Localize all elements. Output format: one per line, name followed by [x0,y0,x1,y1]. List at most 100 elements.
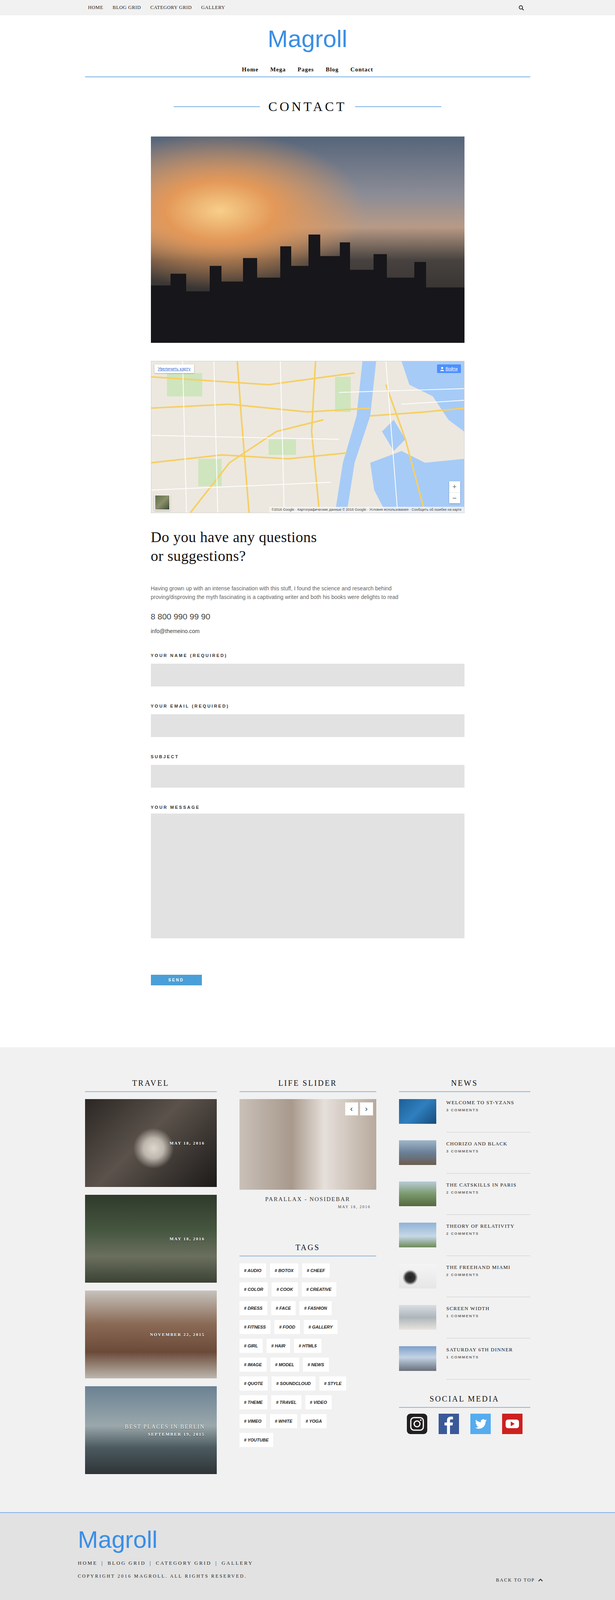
tag-row: # GIRL# HAIR# HTML5 [239,1337,377,1352]
contact-phone: 8 800 990 99 90 [150,610,465,622]
twitter-icon [470,1412,491,1434]
tag-link[interactable]: # TRAVEL [271,1394,302,1409]
news-body: SCREEN WIDTH1 COMMENTS [446,1304,531,1338]
top-menu-link[interactable]: CATEGORY GRID [150,3,193,12]
tag-link[interactable]: # COOK [271,1281,298,1296]
travel-post[interactable]: NOVEMBER 22, 2015 [85,1289,217,1378]
tag-link[interactable]: # CREATIVE [301,1281,337,1296]
contact-heading: Do you have any questionsor suggestions? [150,527,465,565]
top-menu-link[interactable]: BLOG GRID [112,3,141,12]
news-item[interactable]: SATURDAY 6TH DINNER1 COMMENTS [399,1345,531,1379]
text-input[interactable] [150,764,465,788]
life-slider-widget: LIFE SLIDER‹›PARALLAX - NOSIDEBARMAY 18,… [239,1076,377,1446]
tag-link[interactable]: # SOUNDCLOUD [271,1375,316,1390]
send-button[interactable]: SEND [150,974,202,985]
footer-menu-link[interactable]: GALLERY [221,1558,254,1565]
zoom-out-button[interactable]: − [449,491,461,503]
footer-menu-link[interactable]: HOME [78,1558,98,1565]
tag-link[interactable]: # VIMEO [239,1413,267,1428]
top-menu-link[interactable]: HOME [88,3,104,12]
enlarge-map-link[interactable]: Увеличить карту [154,364,195,373]
contact-text: Having grown up with an intense fascinat… [150,583,465,602]
post-overlay: NOVEMBER 22, 2015 [149,1330,205,1337]
tag-link[interactable]: # YOGA [301,1413,327,1428]
tag-link[interactable]: # QUOTE [239,1375,268,1390]
tag-link[interactable]: # WHITE [270,1413,298,1428]
back-to-top-link[interactable]: BACK TO TOP [495,1575,543,1583]
news-item[interactable]: THE FREEHAND MIAMI2 COMMENTS [399,1262,531,1297]
tag-link[interactable]: # FACE [271,1300,296,1315]
city-photo [150,136,465,343]
search-button[interactable] [517,4,525,12]
page-heading: CONTACT [268,98,347,115]
news-item[interactable]: THE CATSKILLS IN PARIS2 COMMENTS [399,1180,531,1214]
main-menu-link[interactable]: Mega [270,64,286,75]
text-line: proving/disproving the myth fascinating … [150,592,465,601]
tag-link[interactable]: # CHEEF [302,1262,330,1277]
youtube-link[interactable] [502,1412,523,1434]
site-logo[interactable]: Magroll [85,15,531,52]
title-rule [173,106,260,108]
footer-menu-link[interactable]: CATEGORY GRID [155,1558,212,1565]
text-input[interactable] [150,713,465,737]
news-item[interactable]: SCREEN WIDTH1 COMMENTS [399,1304,531,1338]
tag-link[interactable]: # AUDIO [239,1262,267,1277]
tag-link[interactable]: # IMAGE [239,1356,267,1371]
tag-link[interactable]: # FOOD [274,1318,300,1334]
tag-link[interactable]: # GIRL [239,1337,263,1352]
message-textarea[interactable] [150,812,465,938]
tag-link[interactable]: # GALLERY [303,1318,338,1334]
news-item[interactable]: THEORY OF RELATIVITY2 COMMENTS [399,1221,531,1256]
main-menu-link[interactable]: Blog [325,64,339,75]
tag-link[interactable]: # VIDEO [305,1394,332,1409]
tag-link[interactable]: # DRESS [239,1300,268,1315]
previous-arrow[interactable]: ‹ [344,1101,359,1115]
facebook-link[interactable] [438,1412,459,1434]
comment-count: 1 COMMENTS [446,1311,531,1319]
text-input[interactable] [150,663,465,686]
tag-link[interactable]: # BOTOX [270,1262,299,1277]
copyright: COPYRIGHT 2016 MAGROLL. ALL RIGHTS RESER… [78,1571,254,1579]
tag-link[interactable]: # MODEL [270,1356,300,1371]
menu-separator: | [215,1558,218,1565]
instagram-icon [406,1412,428,1434]
travel-post[interactable]: MAY 18, 2016 [85,1193,217,1282]
tag-link[interactable]: # COLOR [239,1281,269,1296]
sign-in-button[interactable]: Войти [437,364,461,373]
tag-cloud: # AUDIO# BOTOX# CHEEF # COLOR# COOK# CREA… [239,1262,377,1446]
satellite-toggle[interactable] [154,494,171,510]
main-menu-link[interactable]: Pages [297,64,314,75]
news-title: THE CATSKILLS IN PARIS [446,1180,531,1188]
post-date: MAY 18, 2016 [169,1139,205,1146]
zoom-in-button[interactable]: + [449,480,461,492]
main-menu-link[interactable]: Home [241,64,259,75]
tag-link[interactable]: # THEME [239,1394,268,1409]
tag-row: # IMAGE# MODEL# NEWS [239,1356,377,1371]
tag-link[interactable]: # STYLE [319,1375,347,1390]
slide-title[interactable]: PARALLAX - NOSIDEBAR [239,1194,377,1203]
map[interactable]: Увеличить картуВойти+−©2016 Google · Кар… [150,360,465,513]
tag-link[interactable]: # NEWS [302,1356,329,1371]
travel-post[interactable]: MAY 18, 2016 [85,1098,217,1187]
top-menu-link[interactable]: GALLERY [201,3,225,12]
tag-link[interactable]: # HTML5 [293,1337,322,1352]
news-body: THE FREEHAND MIAMI2 COMMENTS [446,1262,531,1297]
main-menu-link[interactable]: Contact [350,64,374,75]
news-thumbnail [399,1304,437,1329]
tag-link[interactable]: # HAIR [266,1337,291,1352]
footer-widgets: TRAVELMAY 18, 2016MAY 18, 2016NOVEMBER 2… [0,1046,615,1512]
news-widget: NEWSWELCOME TO ST-YZANS3 COMMENTSCHORIZO… [399,1076,531,1434]
news-title: THEORY OF RELATIVITY [446,1221,531,1229]
tag-link[interactable]: # FASHION [299,1300,332,1315]
footer-menu-link[interactable]: BLOG GRID [107,1558,146,1565]
next-arrow[interactable]: › [359,1101,374,1115]
tag-link[interactable]: # FITNESS [239,1318,271,1334]
travel-post[interactable]: BEST PLACES IN BERLINSEPTEMBER 19, 2015 [85,1385,217,1474]
news-item[interactable]: CHORIZO AND BLACK3 COMMENTS [399,1139,531,1173]
instagram-link[interactable] [406,1412,428,1434]
tag-link[interactable]: # YOUTUBE [239,1431,274,1446]
news-item[interactable]: WELCOME TO ST-YZANS3 COMMENTS [399,1098,531,1132]
twitter-link[interactable] [470,1412,491,1434]
news-body: WELCOME TO ST-YZANS3 COMMENTS [446,1098,531,1132]
footer-logo[interactable]: Magroll [78,1525,254,1552]
